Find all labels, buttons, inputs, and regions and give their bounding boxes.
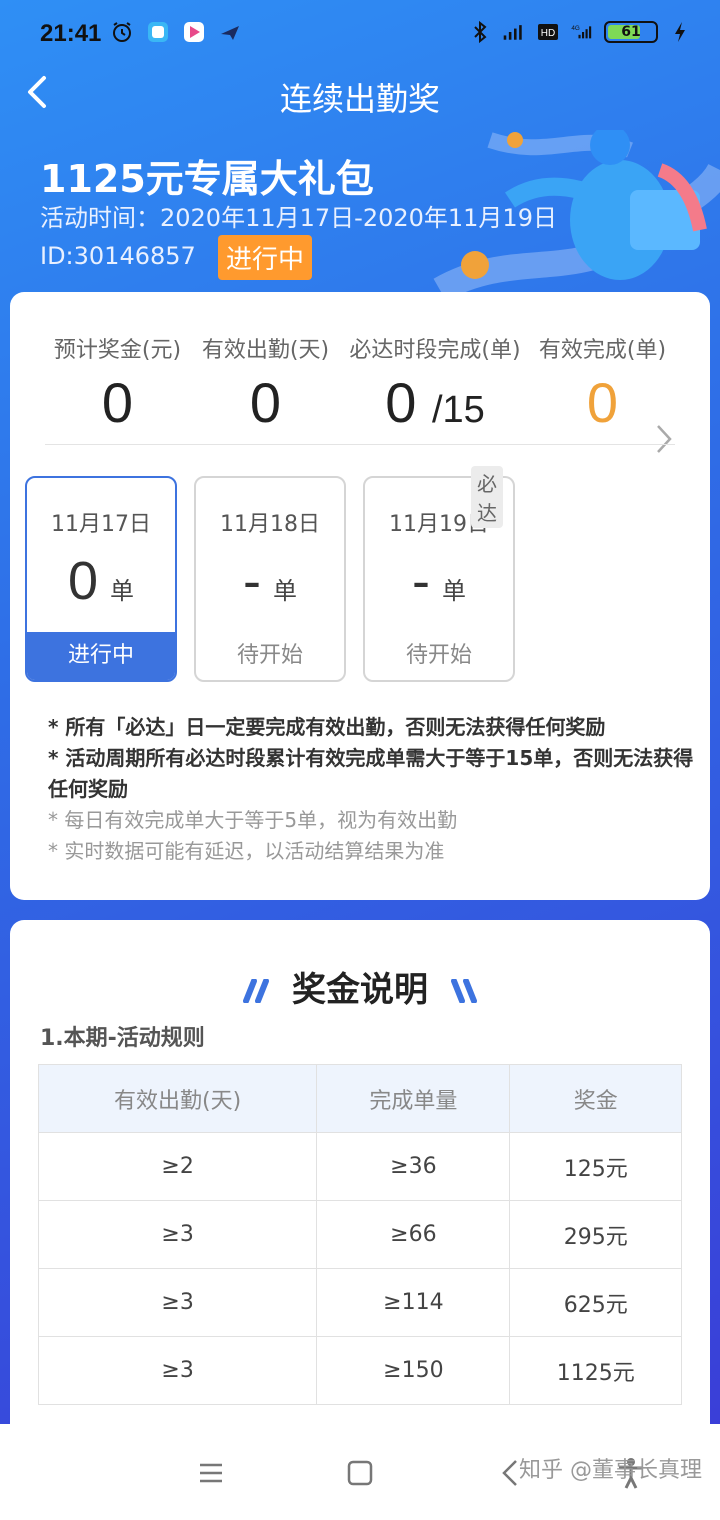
day-status: 待开始 — [405, 643, 472, 668]
table-row: ≥3 ≥150 1125元 — [37, 1336, 682, 1405]
table-cell: ≥3 — [37, 1200, 318, 1269]
table-cell: 1125元 — [509, 1336, 682, 1405]
stat-value: 0 /15 — [345, 370, 525, 435]
table-cell: ≥114 — [316, 1268, 511, 1337]
stat-value-target: /15 — [431, 389, 485, 431]
day-status: 进行中 — [27, 632, 175, 680]
table-cell: ≥3 — [37, 1268, 318, 1337]
app-notification-icon — [146, 20, 170, 44]
signal-icon — [502, 20, 526, 44]
section-title: 奖金说明 — [10, 962, 710, 1012]
stat-label: 必达时段完成(单) — [349, 338, 521, 363]
stat-value: 0 — [586, 371, 619, 434]
home-icon[interactable] — [343, 1456, 377, 1490]
nav-bar: 连续出勤奖 — [0, 64, 720, 120]
battery-icon: 61 — [604, 21, 658, 43]
table-cell: ≥150 — [316, 1336, 511, 1405]
stat-label: 有效完成(单) — [538, 338, 667, 363]
activity-time: 活动时间：2020年11月17日-2020年11月19日 — [40, 204, 557, 232]
hero-banner: 1125元专属大礼包 活动时间：2020年11月17日-2020年11月19日 … — [0, 125, 720, 302]
divider — [45, 444, 675, 445]
bluetooth-icon — [468, 20, 492, 44]
day-card[interactable]: 11月17日 0单 进行中 — [25, 476, 177, 682]
table-row: ≥2 ≥36 125元 — [37, 1132, 682, 1201]
day-count-number: - — [243, 551, 261, 611]
svg-text:HD: HD — [541, 28, 555, 39]
stat-label: 预计奖金(元) — [53, 338, 182, 363]
day-count-unit: 单 — [110, 577, 135, 605]
stat-value-main: 0 — [385, 371, 417, 434]
play-store-icon — [182, 20, 206, 44]
stats-row[interactable]: 预计奖金(元) 0 有效出勤(天) 0 必达时段完成(单) 0 /15 有效完成… — [10, 332, 710, 453]
day-count-number: - — [412, 551, 430, 611]
activity-id: ID:30146857 — [40, 242, 196, 270]
day-count-number: 0 — [67, 551, 99, 611]
day-count: -单 — [365, 550, 513, 614]
table-cell: 625元 — [509, 1268, 682, 1337]
delivery-app-icon — [218, 20, 242, 44]
note-item: * 所有「必达」日一定要完成有效出勤，否则无法获得任何奖励 — [48, 715, 606, 739]
day-date: 11月18日 — [220, 512, 320, 537]
chevron-right-icon[interactable] — [656, 424, 672, 458]
progress-card: 预计奖金(元) 0 有效出勤(天) 0 必达时段完成(单) 0 /15 有效完成… — [10, 292, 710, 900]
table-header-cell: 有效出勤(天) — [37, 1064, 318, 1133]
page-title: 连续出勤奖 — [279, 80, 440, 118]
day-count: -单 — [196, 550, 344, 614]
table-cell: ≥36 — [316, 1132, 511, 1201]
day-status: 待开始 — [236, 643, 303, 668]
title-deco-right-icon — [450, 972, 482, 1012]
day-card[interactable]: 11月18日 -单 待开始 — [194, 476, 346, 682]
table-cell: 295元 — [509, 1200, 682, 1269]
table-cell: ≥3 — [37, 1336, 318, 1405]
svg-text:4G: 4G — [571, 25, 580, 32]
table-row: ≥3 ≥114 625元 — [37, 1268, 682, 1337]
stat-expected-bonus: 预计奖金(元) 0 — [50, 332, 185, 435]
table-row: ≥3 ≥66 295元 — [37, 1200, 682, 1269]
table-cell: ≥66 — [316, 1200, 511, 1269]
day-date: 11月17日 — [51, 512, 151, 537]
table-header-row: 有效出勤(天) 完成单量 奖金 — [37, 1064, 682, 1133]
rule-title: 1.本期-活动规则 — [40, 1026, 205, 1051]
system-nav-bar: 知乎 @董事长真理 — [0, 1424, 720, 1520]
alarm-icon — [110, 20, 134, 44]
title-deco-left-icon — [238, 972, 270, 1012]
status-bar: 21:41 HD 4G 61 — [0, 0, 720, 68]
note-item: * 实时数据可能有延迟，以活动结算结果为准 — [48, 839, 445, 863]
bonus-card: 奖金说明 1.本期-活动规则 有效出勤(天) 完成单量 奖金 ≥2 ≥36 12… — [10, 920, 710, 1440]
note-item: * 每日有效完成单大于等于5单，视为有效出勤 — [48, 808, 458, 832]
status-time: 21:41 — [40, 20, 102, 47]
rules-table: 有效出勤(天) 完成单量 奖金 ≥2 ≥36 125元 ≥3 ≥66 295元 … — [37, 1064, 682, 1405]
table-header-cell: 奖金 — [509, 1064, 682, 1133]
stat-valid-completed: 有效完成(单) 0 — [535, 332, 670, 435]
day-count-unit: 单 — [441, 577, 466, 605]
must-reach-tag: 必达 — [471, 466, 503, 528]
table-cell: 125元 — [509, 1132, 682, 1201]
charging-icon — [668, 20, 692, 44]
stat-required-period: 必达时段完成(单) 0 /15 — [345, 332, 525, 435]
stat-valid-attendance: 有效出勤(天) 0 — [198, 332, 333, 435]
notes: * 所有「必达」日一定要完成有效出勤，否则无法获得任何奖励 * 活动周期所有必达… — [48, 712, 698, 867]
table-header-cell: 完成单量 — [316, 1064, 511, 1133]
watermark: 知乎 @董事长真理 — [519, 1458, 702, 1483]
stat-value: 0 — [249, 371, 282, 434]
system-status-icons: HD 4G 61 — [468, 20, 692, 44]
menu-icon[interactable] — [194, 1456, 228, 1490]
day-count-unit: 单 — [272, 577, 297, 605]
day-count: 0单 — [27, 550, 175, 614]
status-badge: 进行中 — [218, 235, 313, 280]
note-item: * 活动周期所有必达时段累计有效完成单需大于等于15单，否则无法获得任何奖励 — [48, 746, 694, 801]
4g-signal-icon: 4G — [570, 20, 594, 44]
stat-label: 有效出勤(天) — [201, 338, 330, 363]
hd-icon: HD — [536, 20, 560, 44]
table-cell: ≥2 — [37, 1132, 318, 1201]
hero-title: 1125元专属大礼包 — [40, 157, 374, 201]
notification-icons — [110, 20, 242, 44]
stat-value: 0 — [101, 371, 134, 434]
section-title-text: 奖金说明 — [292, 970, 428, 1010]
